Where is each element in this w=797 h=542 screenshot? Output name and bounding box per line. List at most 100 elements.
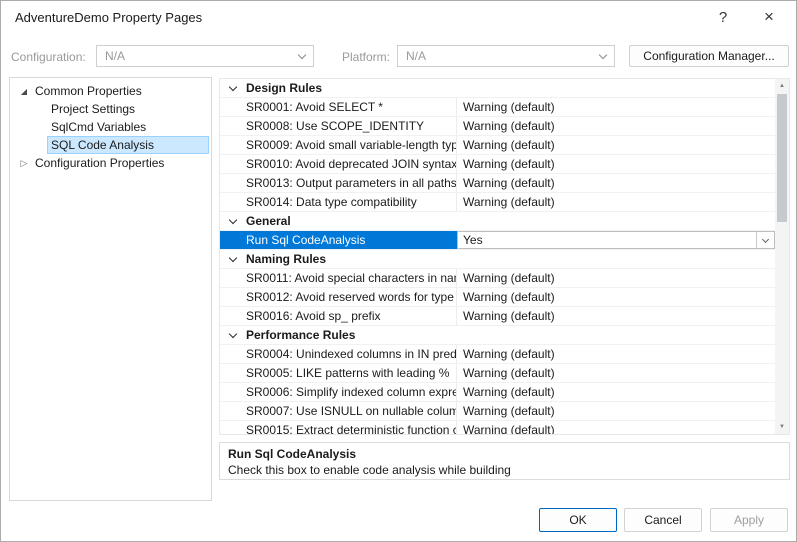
close-button[interactable]: × <box>752 3 786 31</box>
tree-collapse-icon[interactable]: ◢ <box>16 87 32 96</box>
chevron-down-icon <box>762 235 769 242</box>
property-row-sr0014[interactable]: SR0014: Data type compatibilityWarning (… <box>220 193 775 212</box>
category-row-design-rules[interactable]: Design Rules <box>220 79 775 98</box>
property-name: SR0010: Avoid deprecated JOIN syntax <box>220 155 457 173</box>
category-title: Naming Rules <box>246 252 326 266</box>
property-name: SR0006: Simplify indexed column expres <box>220 383 457 401</box>
window-title: AdventureDemo Property Pages <box>15 10 202 25</box>
collapse-chevron-icon[interactable] <box>220 257 246 261</box>
property-row-sr0007[interactable]: SR0007: Use ISNULL on nullable columnWar… <box>220 402 775 421</box>
property-name: SR0001: Avoid SELECT * <box>220 98 457 116</box>
configuration-combobox[interactable]: N/A <box>96 45 314 67</box>
property-name: Run Sql CodeAnalysis <box>220 231 457 249</box>
platform-label: Platform: <box>342 50 390 64</box>
sidebar-item-common-properties[interactable]: ◢Common Properties <box>10 82 211 100</box>
ok-button[interactable]: OK <box>539 508 617 532</box>
chevron-down-icon <box>592 46 614 66</box>
property-value: Warning (default) <box>457 98 775 116</box>
vertical-scrollbar[interactable]: ▲ ▼ <box>775 79 789 434</box>
category-row-naming-rules[interactable]: Naming Rules <box>220 250 775 269</box>
titlebar: AdventureDemo Property Pages ? × <box>1 1 796 33</box>
collapse-chevron-icon[interactable] <box>220 219 246 223</box>
cancel-button[interactable]: Cancel <box>624 508 702 532</box>
property-row-sr0015[interactable]: SR0015: Extract deterministic function c… <box>220 421 775 435</box>
property-row-sr0016[interactable]: SR0016: Avoid sp_ prefixWarning (default… <box>220 307 775 326</box>
apply-button[interactable]: Apply <box>710 508 788 532</box>
scrollbar-thumb[interactable] <box>777 94 787 222</box>
property-value: Warning (default) <box>457 307 775 325</box>
property-value: Warning (default) <box>457 174 775 192</box>
property-value: Warning (default) <box>457 402 775 420</box>
property-row-sr0010[interactable]: SR0010: Avoid deprecated JOIN syntaxWarn… <box>220 155 775 174</box>
property-value-text: Yes <box>458 233 756 247</box>
scroll-down-icon[interactable]: ▼ <box>775 420 789 434</box>
configuration-label: Configuration: <box>11 50 86 64</box>
property-value[interactable]: Yes <box>457 231 775 249</box>
property-value: Warning (default) <box>457 364 775 382</box>
sidebar-item-label: Project Settings <box>48 101 138 117</box>
description-text: Check this box to enable code analysis w… <box>228 463 781 477</box>
sidebar-item-label: Common Properties <box>32 83 145 99</box>
category-title: Performance Rules <box>246 328 355 342</box>
category-title: General <box>246 214 291 228</box>
property-value: Warning (default) <box>457 269 775 287</box>
property-value: Warning (default) <box>457 155 775 173</box>
property-name: SR0008: Use SCOPE_IDENTITY <box>220 117 457 135</box>
help-icon: ? <box>719 9 727 26</box>
property-name: SR0011: Avoid special characters in nam <box>220 269 457 287</box>
configuration-value: N/A <box>97 49 291 63</box>
property-row-sr0008[interactable]: SR0008: Use SCOPE_IDENTITYWarning (defau… <box>220 117 775 136</box>
help-button[interactable]: ? <box>706 3 740 31</box>
property-name: SR0007: Use ISNULL on nullable column <box>220 402 457 420</box>
property-row-run-sql-codeanalysis[interactable]: Run Sql CodeAnalysisYes <box>220 231 775 250</box>
property-row-sr0009[interactable]: SR0009: Avoid small variable-length typW… <box>220 136 775 155</box>
chevron-down-icon <box>291 46 313 66</box>
value-dropdown-button[interactable] <box>756 232 774 248</box>
scroll-up-icon[interactable]: ▲ <box>775 79 789 93</box>
property-row-sr0001[interactable]: SR0001: Avoid SELECT *Warning (default) <box>220 98 775 117</box>
property-row-sr0005[interactable]: SR0005: LIKE patterns with leading %Warn… <box>220 364 775 383</box>
property-row-sr0012[interactable]: SR0012: Avoid reserved words for type nW… <box>220 288 775 307</box>
sidebar-item-label: SQL Code Analysis <box>48 137 208 153</box>
platform-combobox[interactable]: N/A <box>397 45 615 67</box>
property-value: Warning (default) <box>457 136 775 154</box>
sidebar-item-project-settings[interactable]: Project Settings <box>10 100 211 118</box>
platform-value: N/A <box>398 49 592 63</box>
property-name: SR0012: Avoid reserved words for type n <box>220 288 457 306</box>
category-title: Design Rules <box>246 81 322 95</box>
properties-tree: ◢Common PropertiesProject SettingsSqlCmd… <box>9 77 212 501</box>
sidebar-item-sql-code-analysis[interactable]: SQL Code Analysis <box>10 136 211 154</box>
description-title: Run Sql CodeAnalysis <box>228 447 781 461</box>
category-row-performance-rules[interactable]: Performance Rules <box>220 326 775 345</box>
description-panel: Run Sql CodeAnalysis Check this box to e… <box>219 442 790 480</box>
sidebar-item-label: Configuration Properties <box>32 155 167 171</box>
collapse-chevron-icon[interactable] <box>220 333 246 337</box>
category-row-general[interactable]: General <box>220 212 775 231</box>
property-value: Warning (default) <box>457 193 775 211</box>
property-name: SR0016: Avoid sp_ prefix <box>220 307 457 325</box>
tree-expand-icon[interactable]: ▷ <box>16 158 32 169</box>
configuration-manager-button[interactable]: Configuration Manager... <box>629 45 789 67</box>
property-value: Warning (default) <box>457 288 775 306</box>
collapse-chevron-icon[interactable] <box>220 86 246 90</box>
sidebar-item-configuration-properties[interactable]: ▷Configuration Properties <box>10 154 211 172</box>
property-row-sr0011[interactable]: SR0011: Avoid special characters in namW… <box>220 269 775 288</box>
property-name: SR0004: Unindexed columns in IN predic <box>220 345 457 363</box>
property-name: SR0015: Extract deterministic function c… <box>220 421 457 435</box>
property-pages-dialog: AdventureDemo Property Pages ? × Configu… <box>0 0 797 542</box>
close-icon: × <box>764 7 774 27</box>
property-value: Warning (default) <box>457 345 775 363</box>
sidebar-item-sqlcmd-variables[interactable]: SqlCmd Variables <box>10 118 211 136</box>
property-value: Warning (default) <box>457 383 775 401</box>
property-name: SR0005: LIKE patterns with leading % <box>220 364 457 382</box>
property-name: SR0009: Avoid small variable-length typ <box>220 136 457 154</box>
property-value: Warning (default) <box>457 117 775 135</box>
property-row-sr0006[interactable]: SR0006: Simplify indexed column expresWa… <box>220 383 775 402</box>
property-grid-rows: Design RulesSR0001: Avoid SELECT *Warnin… <box>220 79 775 435</box>
sidebar-item-label: SqlCmd Variables <box>48 119 149 135</box>
property-row-sr0004[interactable]: SR0004: Unindexed columns in IN predicWa… <box>220 345 775 364</box>
property-row-sr0013[interactable]: SR0013: Output parameters in all pathsWa… <box>220 174 775 193</box>
property-name: SR0014: Data type compatibility <box>220 193 457 211</box>
property-grid: Design RulesSR0001: Avoid SELECT *Warnin… <box>219 78 790 435</box>
property-value: Warning (default) <box>457 421 775 435</box>
